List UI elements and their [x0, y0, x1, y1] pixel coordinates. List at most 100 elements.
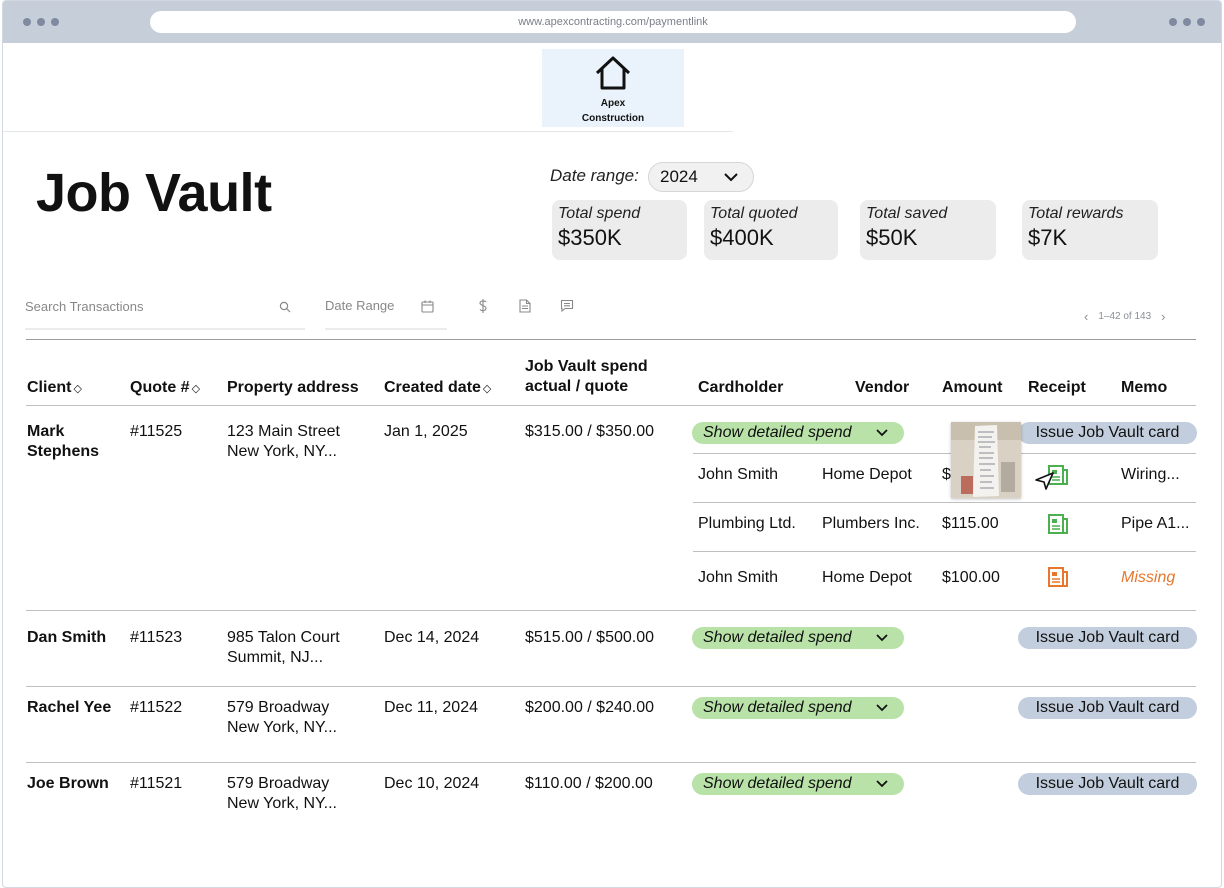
transaction-amount: $ [942, 466, 951, 483]
row-divider [26, 762, 1196, 763]
header-divider [26, 405, 1196, 406]
stat-label: Total spend [558, 205, 641, 222]
spend-vs-quote: $200.00 / $240.00 [525, 699, 655, 716]
pagination-next-button[interactable]: › [1161, 309, 1165, 324]
stat-value: $7K [1028, 225, 1068, 250]
dollar-filter-icon[interactable] [477, 298, 489, 314]
column-header-address: Property address [227, 379, 359, 396]
created-date: Jan 1, 2025 [384, 423, 468, 440]
client-name: Joe Brown [27, 775, 109, 792]
date-range-value: 2024 [660, 167, 698, 186]
calendar-icon[interactable] [421, 300, 434, 313]
logo-name: Apex [600, 98, 626, 109]
spend-vs-quote: $110.00 / $200.00 [525, 775, 653, 792]
transaction-divider [693, 551, 1196, 552]
issue-job-vault-card-button[interactable]: Issue Job Vault card [1018, 697, 1197, 719]
quote-number[interactable]: #11523 [130, 628, 182, 648]
column-header-memo: Memo [1121, 379, 1168, 396]
show-detailed-spend-button[interactable]: Show detailed spend [692, 627, 904, 649]
spend-vs-quote: $315.00 / $350.00 [525, 423, 655, 440]
transaction-amount: $115.00 [942, 515, 999, 532]
column-header-amount: Amount [942, 379, 1003, 396]
company-logo[interactable]: Apex Construction [542, 49, 684, 127]
date-range-select[interactable]: 2024 [648, 162, 754, 192]
column-header-cardholder: Cardholder [698, 379, 784, 396]
vendor-name: Home Depot [822, 569, 912, 586]
chevron-down-icon [876, 704, 888, 712]
quote-number[interactable]: #11521 [130, 774, 182, 794]
chevron-down-icon [876, 634, 888, 642]
created-date: Dec 10, 2024 [384, 775, 480, 792]
receipt-missing-icon[interactable] [1046, 567, 1070, 587]
search-input[interactable]: Search Transactions [25, 292, 305, 330]
logo-subtitle: Construction [581, 113, 645, 124]
browser-menu-icon[interactable] [1169, 18, 1205, 26]
table-top-border [26, 339, 1196, 340]
cardholder-name: Plumbing Ltd. [698, 515, 796, 532]
quote-number[interactable]: #11525 [130, 422, 182, 442]
stat-total-quoted: Total quoted $400K [704, 200, 838, 260]
show-detailed-spend-button[interactable]: Show detailed spend [692, 422, 904, 444]
sort-icon: ◇ [191, 383, 201, 395]
transaction-divider [693, 502, 1196, 503]
column-header-vendor: Vendor [855, 379, 910, 396]
search-placeholder: Search Transactions [25, 299, 144, 314]
search-icon[interactable] [279, 301, 291, 313]
client-name: Mark Stephens [27, 423, 100, 460]
spend-vs-quote: $515.00 / $500.00 [525, 629, 655, 646]
receipt-icon[interactable] [1046, 514, 1070, 534]
row-divider [26, 686, 1196, 687]
property-address: 123 Main Street New York, NY... [227, 423, 340, 460]
issue-job-vault-card-button[interactable]: Issue Job Vault card [1018, 773, 1197, 795]
browser-window: www.apexcontracting.com/paymentlink Apex… [2, 0, 1222, 888]
stat-total-rewards: Total rewards $7K [1022, 200, 1158, 260]
comment-filter-icon[interactable] [560, 298, 574, 314]
transaction-memo-missing[interactable]: Missing [1121, 568, 1175, 588]
pagination-prev-button[interactable]: ‹ [1084, 309, 1088, 324]
pagination-status: 1–42 of 143 [1098, 311, 1152, 322]
sort-icon: ◇ [482, 383, 492, 395]
sort-icon: ◇ [73, 383, 82, 395]
browser-toolbar: www.apexcontracting.com/paymentlink [3, 1, 1221, 43]
header-divider [3, 131, 733, 132]
cardholder-name: John Smith [698, 466, 779, 483]
issue-job-vault-card-button[interactable]: Issue Job Vault card [1018, 422, 1197, 444]
chevron-up-icon [876, 429, 888, 437]
receipt-photo [951, 422, 1021, 498]
stat-label: Total rewards [1028, 205, 1124, 222]
row-divider [26, 610, 1196, 611]
show-detailed-spend-button[interactable]: Show detailed spend [692, 773, 904, 795]
property-address: 579 Broadway New York, NY... [227, 699, 337, 736]
column-header-receipt: Receipt [1028, 379, 1086, 396]
quote-number[interactable]: #11522 [130, 698, 182, 718]
show-detailed-spend-button[interactable]: Show detailed spend [692, 697, 904, 719]
transaction-memo[interactable]: Wiring... [1121, 465, 1180, 485]
column-header-spend: Job Vault spend actual / quote [525, 358, 648, 395]
column-header-client[interactable]: Client ◇ [27, 378, 82, 399]
document-filter-icon[interactable] [519, 298, 531, 314]
column-header-quote[interactable]: Quote # ◇ [130, 378, 200, 399]
receipt-preview-image[interactable] [951, 422, 1021, 498]
window-controls-left [23, 18, 59, 26]
vendor-name: Plumbers Inc. [822, 515, 920, 532]
stat-value: $400K [710, 225, 774, 250]
client-name: Dan Smith [27, 629, 107, 646]
column-header-created-date[interactable]: Created date ◇ [384, 378, 491, 399]
stat-label: Total saved [866, 205, 948, 222]
cursor-pointer-icon [1035, 472, 1054, 490]
transaction-memo[interactable]: Pipe A1... [1121, 514, 1190, 534]
address-bar[interactable]: www.apexcontracting.com/paymentlink [150, 11, 1076, 33]
page-title: Job Vault [36, 163, 272, 223]
chevron-down-icon [724, 173, 738, 182]
client-name: Rachel Yee [27, 699, 112, 716]
date-range-filter[interactable]: Date Range [325, 292, 447, 330]
house-icon [595, 56, 631, 90]
issue-job-vault-card-button[interactable]: Issue Job Vault card [1018, 627, 1197, 649]
stat-value: $350K [558, 225, 622, 250]
date-range-label: Date range: [550, 166, 639, 185]
date-range-placeholder: Date Range [325, 298, 395, 313]
property-address: 985 Talon Court Summit, NJ... [227, 629, 340, 666]
stat-total-spend: Total spend $350K [552, 200, 687, 260]
stat-label: Total quoted [710, 205, 798, 222]
stat-value: $50K [866, 225, 918, 250]
